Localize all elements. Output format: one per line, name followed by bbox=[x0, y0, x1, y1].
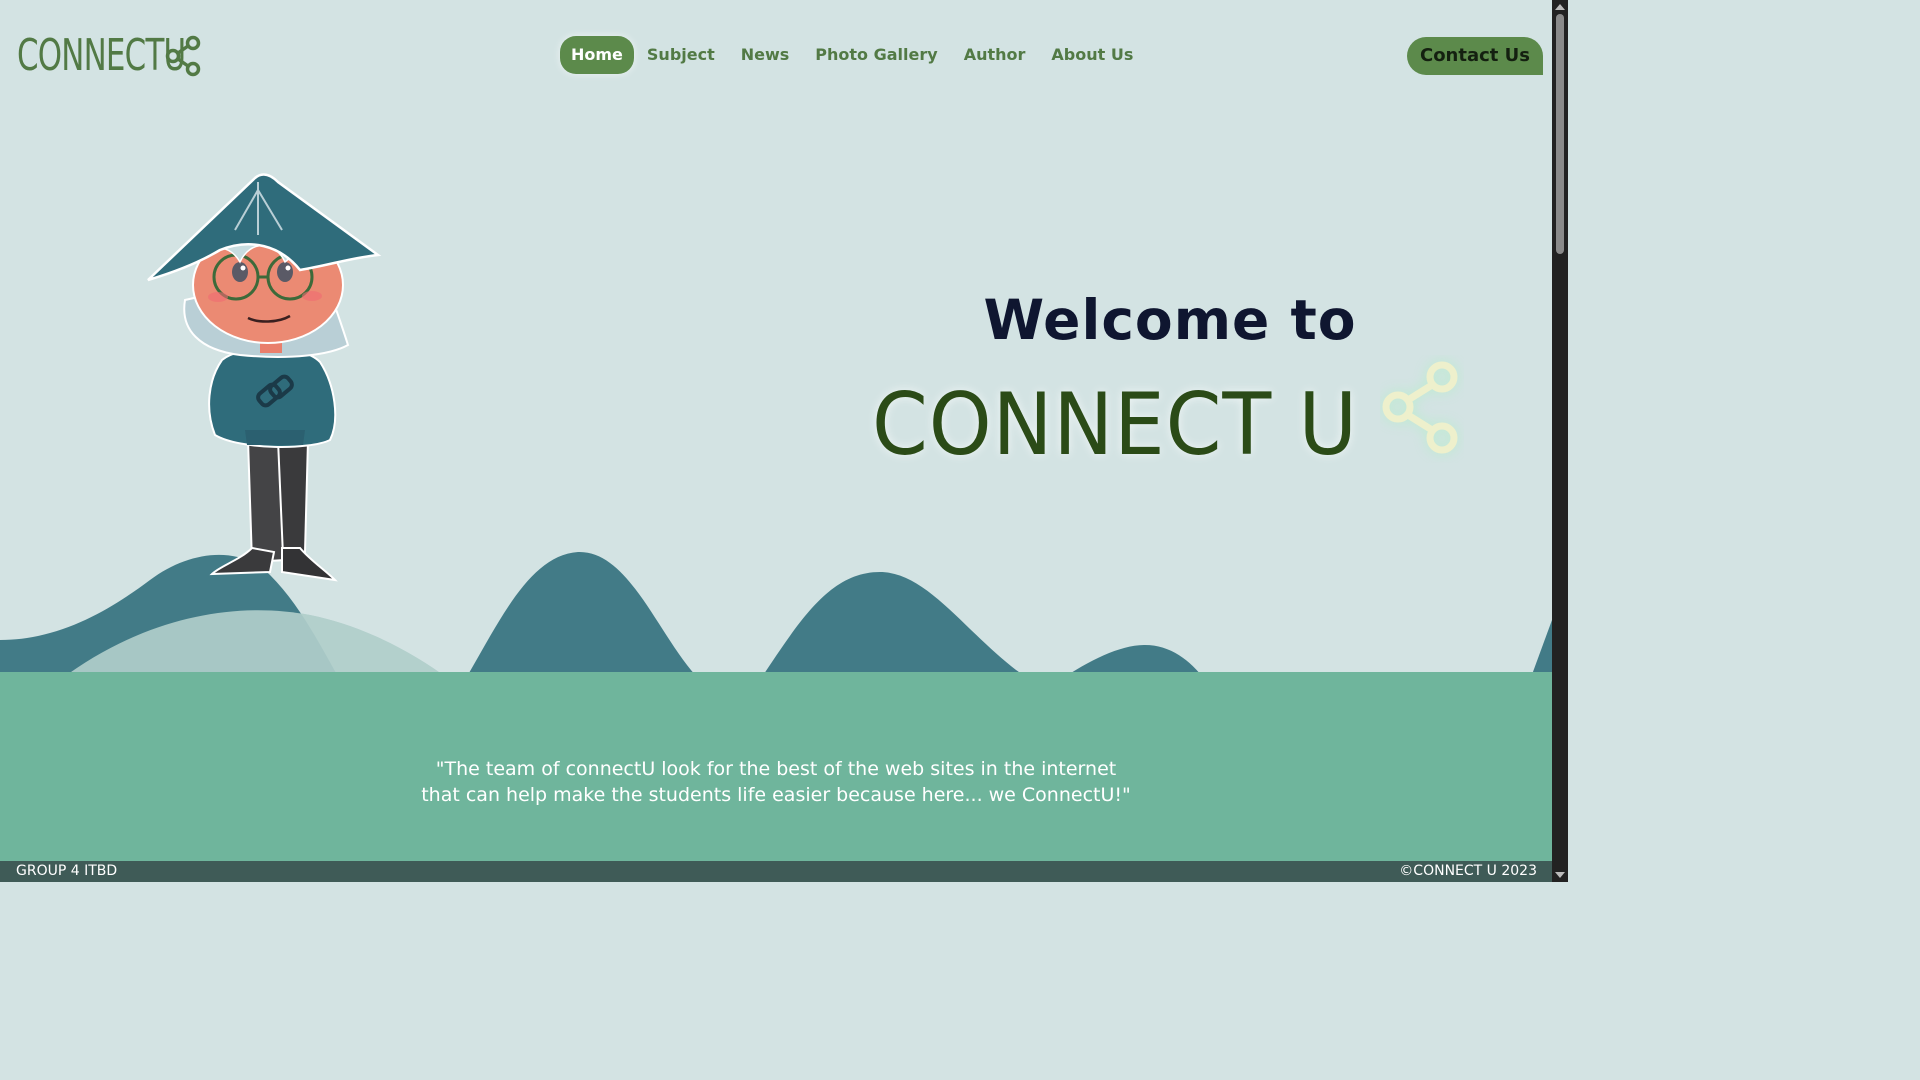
nav-about-us[interactable]: About Us bbox=[1038, 36, 1146, 74]
vertical-scrollbar[interactable] bbox=[1552, 0, 1568, 882]
nav-subject[interactable]: Subject bbox=[634, 36, 728, 74]
logo-text: CONNECTU bbox=[17, 30, 186, 81]
nav-news[interactable]: News bbox=[728, 36, 803, 74]
nav-author[interactable]: Author bbox=[951, 36, 1039, 74]
site-logo[interactable]: CONNECTU bbox=[17, 30, 203, 81]
scrollbar-thumb[interactable] bbox=[1556, 14, 1564, 254]
scroll-down-arrow-icon[interactable] bbox=[1555, 872, 1565, 878]
quote-line-2: that can help make the students life eas… bbox=[421, 784, 1131, 806]
mascot-character bbox=[147, 173, 382, 582]
share-icon bbox=[1382, 361, 1458, 454]
nav-photo-gallery[interactable]: Photo Gallery bbox=[802, 36, 950, 74]
contact-us-button[interactable]: Contact Us bbox=[1407, 37, 1543, 75]
scroll-up-arrow-icon[interactable] bbox=[1555, 4, 1565, 10]
footer: GROUP 4 ITBD ©CONNECT U 2023 bbox=[0, 861, 1552, 882]
hero-brand-title: CONNECT U bbox=[872, 375, 1359, 475]
main-nav: Home Subject News Photo Gallery Author A… bbox=[560, 36, 1146, 74]
team-quote: "The team of connectU look for the best … bbox=[0, 756, 1552, 808]
quote-line-1: "The team of connectU look for the best … bbox=[435, 758, 1117, 780]
page: CONNECTU Home Subject News Photo Gallery… bbox=[0, 0, 1552, 882]
footer-copyright: ©CONNECT U 2023 bbox=[1399, 863, 1537, 879]
hero-welcome-heading: Welcome to bbox=[983, 288, 1357, 352]
nav-home[interactable]: Home bbox=[560, 36, 634, 74]
footer-group: GROUP 4 ITBD bbox=[16, 863, 118, 879]
